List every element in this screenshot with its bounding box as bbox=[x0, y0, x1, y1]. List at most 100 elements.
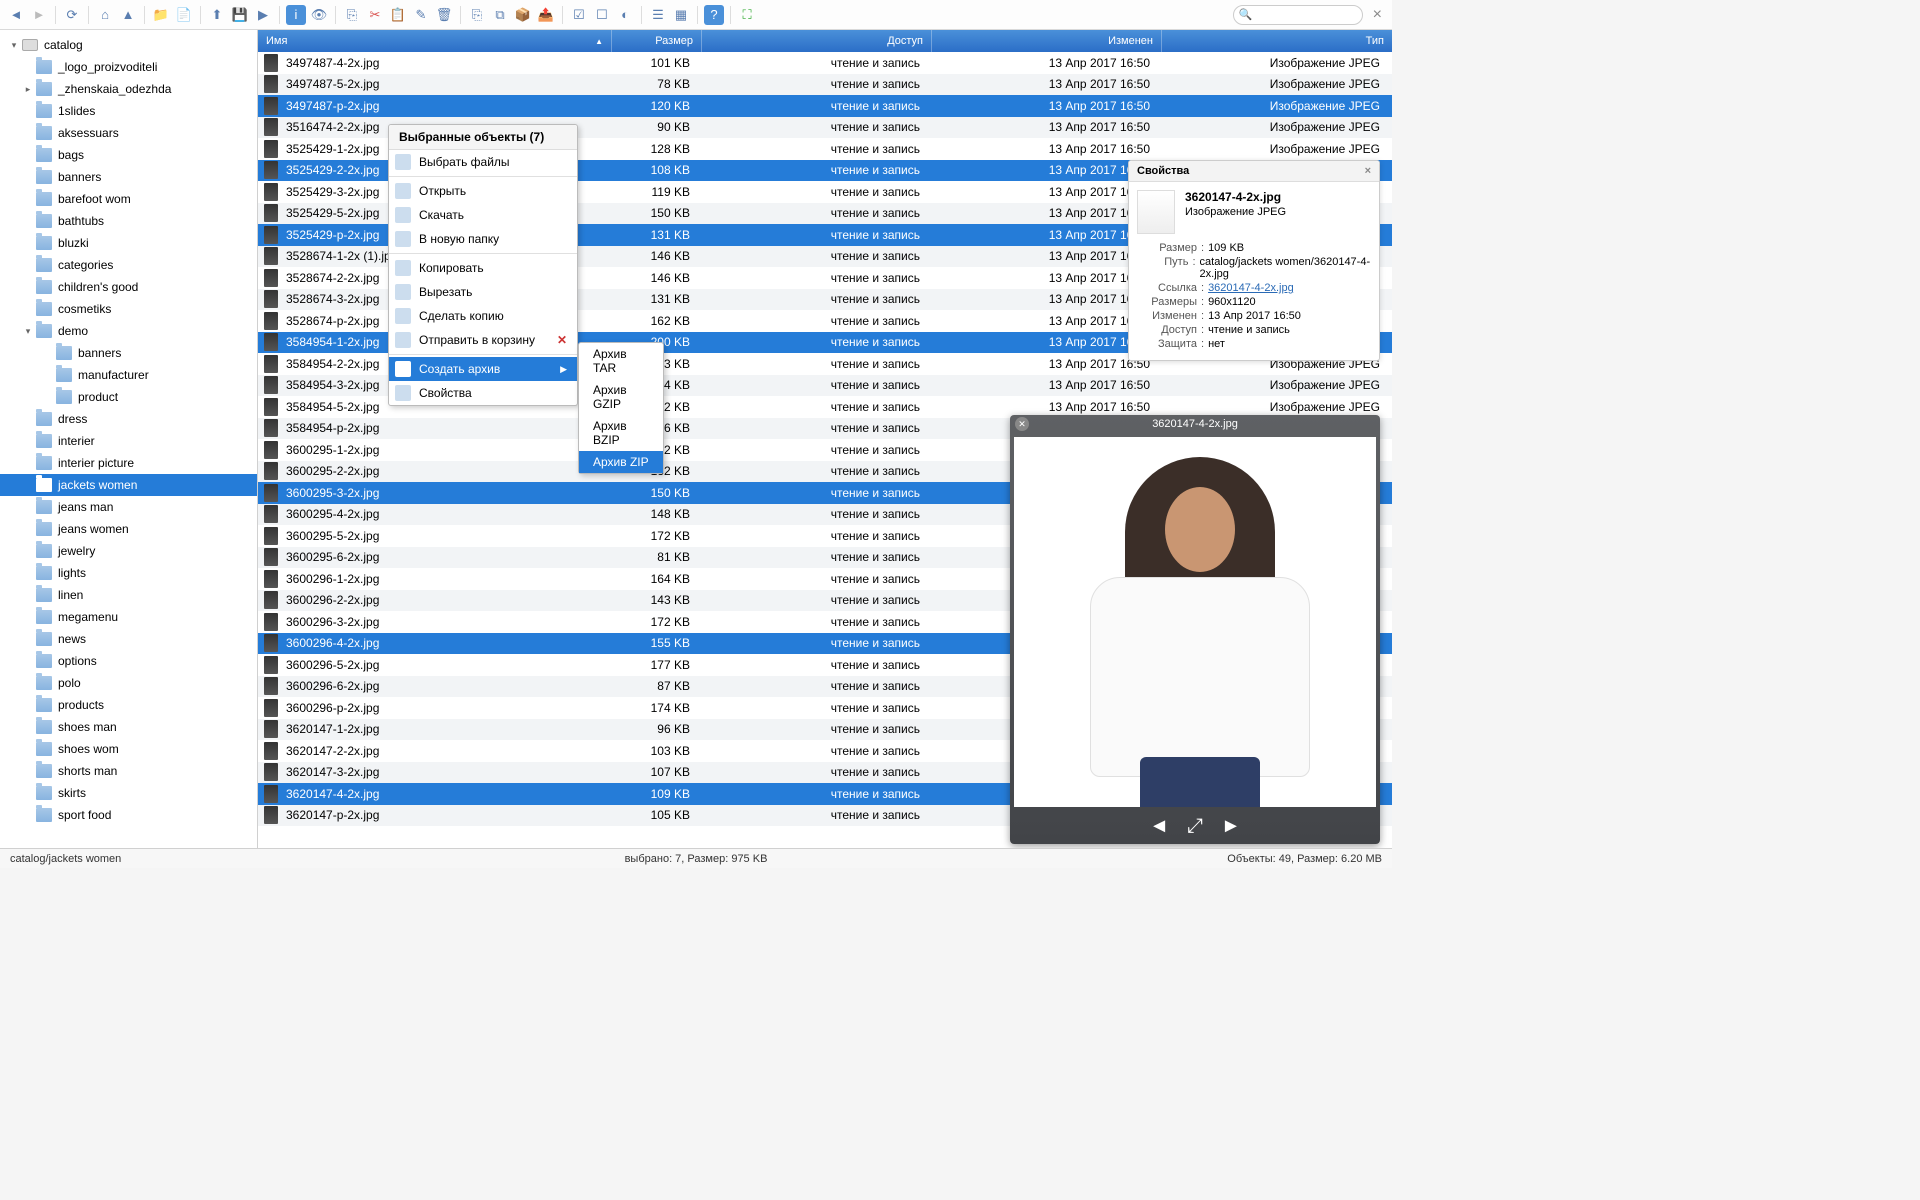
context-menu-item[interactable]: Отправить в корзину✕ bbox=[389, 328, 577, 352]
file-name: 3620147-2-2x.jpg bbox=[286, 744, 379, 758]
submenu-item[interactable]: Архив GZIP bbox=[579, 379, 663, 415]
tree-node[interactable]: shorts man bbox=[0, 760, 257, 782]
tree-node[interactable]: jackets women bbox=[0, 474, 257, 496]
back-icon[interactable]: ◄ bbox=[6, 5, 26, 25]
context-menu-item[interactable]: Копировать bbox=[389, 256, 577, 280]
cut-icon[interactable]: ✂ bbox=[365, 5, 385, 25]
tree-node[interactable]: _logo_proizvoditeli bbox=[0, 56, 257, 78]
select-none-icon[interactable]: ☐ bbox=[592, 5, 612, 25]
tree-toggle-icon[interactable]: ▾ bbox=[8, 40, 20, 51]
download-icon[interactable]: 💾 bbox=[230, 5, 250, 25]
file-row[interactable]: 3497487-4-2x.jpg101 KBчтение и запись13 … bbox=[258, 52, 1392, 74]
properties-link[interactable]: 3620147-4-2x.jpg bbox=[1208, 282, 1294, 294]
invert-icon[interactable]: ◐ bbox=[615, 5, 635, 25]
submenu-item[interactable]: Архив ZIP bbox=[579, 451, 663, 473]
tree-node[interactable]: cosmetiks bbox=[0, 298, 257, 320]
submenu-item[interactable]: Архив BZIP bbox=[579, 415, 663, 451]
context-menu-item[interactable]: Открыть bbox=[389, 179, 577, 203]
context-menu-item[interactable]: Свойства bbox=[389, 381, 577, 405]
tree-node[interactable]: polo bbox=[0, 672, 257, 694]
file-row[interactable]: 3497487-p-2x.jpg120 KBчтение и запись13 … bbox=[258, 95, 1392, 117]
paste-icon[interactable]: 📋 bbox=[388, 5, 408, 25]
upload-icon[interactable]: ⬆ bbox=[207, 5, 227, 25]
tree-node[interactable]: megamenu bbox=[0, 606, 257, 628]
tree-node[interactable]: aksessuars bbox=[0, 122, 257, 144]
extract-icon[interactable]: 📤 bbox=[536, 5, 556, 25]
col-access[interactable]: Доступ bbox=[702, 30, 932, 52]
delete-icon[interactable]: 🗑 bbox=[434, 5, 454, 25]
copy2-icon[interactable]: ⎘ bbox=[467, 5, 487, 25]
tree-node[interactable]: shoes wom bbox=[0, 738, 257, 760]
tree-node[interactable]: dress bbox=[0, 408, 257, 430]
duplicate-icon[interactable]: ⧉ bbox=[490, 5, 510, 25]
close-icon[interactable]: × bbox=[1369, 6, 1386, 24]
tree-node[interactable]: products bbox=[0, 694, 257, 716]
tree-node[interactable]: manufacturer bbox=[0, 364, 257, 386]
tree-node[interactable]: barefoot wom bbox=[0, 188, 257, 210]
tree-node[interactable]: skirts bbox=[0, 782, 257, 804]
tree-node[interactable]: options bbox=[0, 650, 257, 672]
preview-next-icon[interactable]: ► bbox=[1221, 815, 1241, 838]
preview-close-icon[interactable]: ✕ bbox=[1015, 417, 1029, 431]
preview-icon[interactable]: 👁 bbox=[309, 5, 329, 25]
tree-node[interactable]: linen bbox=[0, 584, 257, 606]
tree-node[interactable]: banners bbox=[0, 342, 257, 364]
reload-icon[interactable]: ⟳ bbox=[62, 5, 82, 25]
tree-node[interactable]: shoes man bbox=[0, 716, 257, 738]
copy-icon[interactable]: ⎘ bbox=[342, 5, 362, 25]
submenu-item[interactable]: Архив TAR bbox=[579, 343, 663, 379]
new-file-icon[interactable]: 📄 bbox=[174, 5, 194, 25]
tree-node[interactable]: interier bbox=[0, 430, 257, 452]
info-icon[interactable]: i bbox=[286, 5, 306, 25]
context-menu-item[interactable]: Выбрать файлы bbox=[389, 150, 577, 174]
tree-node[interactable]: jewelry bbox=[0, 540, 257, 562]
col-name[interactable]: Имя▲ bbox=[258, 30, 612, 52]
properties-close-icon[interactable]: × bbox=[1365, 165, 1371, 177]
file-access: чтение и запись bbox=[702, 507, 932, 521]
archive-icon[interactable]: 📦 bbox=[513, 5, 533, 25]
tree-node[interactable]: 1slides bbox=[0, 100, 257, 122]
new-folder-icon[interactable]: 📁 bbox=[151, 5, 171, 25]
tree-node[interactable]: interier picture bbox=[0, 452, 257, 474]
tree-node[interactable]: ▸_zhenskaia_odezhda bbox=[0, 78, 257, 100]
tree-node[interactable]: bluzki bbox=[0, 232, 257, 254]
tree-node[interactable]: jeans women bbox=[0, 518, 257, 540]
tree-toggle-icon[interactable]: ▸ bbox=[22, 84, 34, 95]
tree-node[interactable]: news bbox=[0, 628, 257, 650]
col-type[interactable]: Тип bbox=[1162, 30, 1392, 52]
tree-node[interactable]: sport food bbox=[0, 804, 257, 826]
forward-icon[interactable]: ► bbox=[29, 5, 49, 25]
tree-node[interactable]: jeans man bbox=[0, 496, 257, 518]
tree-node[interactable]: lights bbox=[0, 562, 257, 584]
up-icon[interactable]: ▲ bbox=[118, 5, 138, 25]
tree-node[interactable]: categories bbox=[0, 254, 257, 276]
view-grid-icon[interactable]: ▦ bbox=[671, 5, 691, 25]
tree-node[interactable]: banners bbox=[0, 166, 257, 188]
tree-node[interactable]: ▾catalog bbox=[0, 34, 257, 56]
tree-toggle-icon[interactable]: ▾ bbox=[22, 326, 34, 337]
context-menu-item[interactable]: Создать архив▶ bbox=[389, 357, 577, 381]
view-list-icon[interactable]: ☰ bbox=[648, 5, 668, 25]
tree-node[interactable]: product bbox=[0, 386, 257, 408]
fullscreen-icon[interactable]: ⛶ bbox=[737, 5, 757, 25]
open-icon[interactable]: ▶ bbox=[253, 5, 273, 25]
context-menu-item[interactable]: В новую папку bbox=[389, 227, 577, 251]
file-access: чтение и запись bbox=[702, 99, 932, 113]
preview-fullscreen-icon[interactable]: ⤢ bbox=[1187, 815, 1203, 838]
tree-node[interactable]: ▾demo bbox=[0, 320, 257, 342]
file-row[interactable]: 3497487-5-2x.jpg78 KBчтение и запись13 А… bbox=[258, 74, 1392, 96]
rename-icon[interactable]: ✎ bbox=[411, 5, 431, 25]
context-menu-item[interactable]: Вырезать bbox=[389, 280, 577, 304]
home-icon[interactable]: ⌂ bbox=[95, 5, 115, 25]
context-menu-item[interactable]: Сделать копию bbox=[389, 304, 577, 328]
tree-node[interactable]: bathtubs bbox=[0, 210, 257, 232]
file-name: 3497487-p-2x.jpg bbox=[286, 99, 379, 113]
context-menu-item[interactable]: Скачать bbox=[389, 203, 577, 227]
col-size[interactable]: Размер bbox=[612, 30, 702, 52]
tree-node[interactable]: bags bbox=[0, 144, 257, 166]
help-icon[interactable]: ? bbox=[704, 5, 724, 25]
col-modified[interactable]: Изменен bbox=[932, 30, 1162, 52]
select-all-icon[interactable]: ☑ bbox=[569, 5, 589, 25]
preview-prev-icon[interactable]: ◄ bbox=[1149, 815, 1169, 838]
tree-node[interactable]: children's good bbox=[0, 276, 257, 298]
